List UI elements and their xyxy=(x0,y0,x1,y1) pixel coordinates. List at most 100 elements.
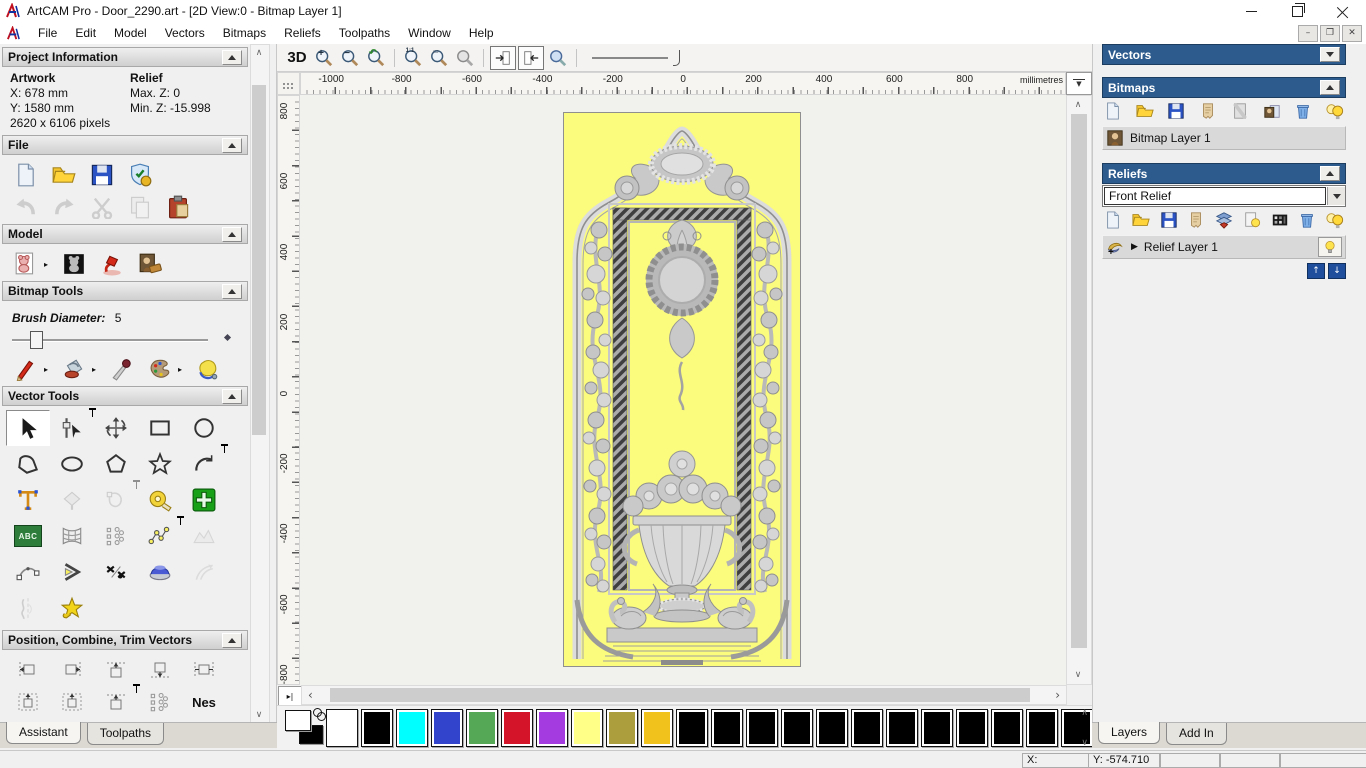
palette-swatch[interactable] xyxy=(361,709,393,747)
menu-item[interactable]: Edit xyxy=(66,24,105,42)
collapse-button[interactable] xyxy=(222,226,242,242)
align-centre-icon[interactable] xyxy=(182,654,226,686)
scroll-down-icon[interactable]: ∨ xyxy=(1070,667,1086,683)
scroll-up-icon[interactable]: ∧ xyxy=(1070,97,1086,113)
zoom-drag-icon[interactable] xyxy=(453,47,477,69)
convert-layer-icon[interactable] xyxy=(1263,102,1281,120)
centre-in-page-icon[interactable] xyxy=(6,686,50,718)
menu-item[interactable]: Bitmaps xyxy=(214,24,275,42)
flyout-arrow-icon[interactable]: ▸ xyxy=(44,365,48,374)
brush-diameter-slider[interactable] xyxy=(12,329,238,351)
minimize-button[interactable] xyxy=(1228,0,1274,22)
2d-view-canvas[interactable] xyxy=(300,95,1066,685)
greyscale-from-model-icon[interactable] xyxy=(14,252,38,276)
palette-swatch[interactable] xyxy=(886,709,918,747)
palette-scroll[interactable]: ∧ ∨ xyxy=(1081,708,1088,748)
lighting-icon[interactable] xyxy=(100,252,124,276)
polygon-icon[interactable] xyxy=(94,446,138,482)
flyout-arrow-icon[interactable]: ▸ xyxy=(178,365,182,374)
preview-layer-icon[interactable] xyxy=(1243,211,1261,229)
text-icon[interactable] xyxy=(6,482,50,518)
toggle-visibility-icon[interactable] xyxy=(1326,211,1344,229)
palette-swatch[interactable] xyxy=(571,709,603,747)
collapse-button[interactable] xyxy=(222,49,242,65)
offset-icon[interactable] xyxy=(50,482,94,518)
circle-icon[interactable] xyxy=(182,410,226,446)
scroll-left-icon[interactable]: ‹ xyxy=(308,688,313,702)
import-model-icon[interactable] xyxy=(128,163,152,187)
clear-layer-icon[interactable] xyxy=(1231,102,1249,120)
trim-vectors-icon[interactable] xyxy=(94,554,138,590)
undo-icon[interactable] xyxy=(14,195,38,219)
collapse-button[interactable] xyxy=(1320,80,1340,95)
open-layer-icon[interactable] xyxy=(1136,102,1154,120)
node-editing-icon[interactable] xyxy=(50,408,96,446)
toggle-visibility-icon[interactable] xyxy=(1326,102,1344,120)
nesting-icon[interactable]: Nes xyxy=(182,686,226,718)
palette-swatch[interactable] xyxy=(501,709,533,747)
zoom-previous-icon[interactable]: ↶ xyxy=(364,47,388,69)
scrollbar-thumb[interactable] xyxy=(252,85,266,435)
menu-item[interactable]: File xyxy=(29,24,66,42)
palette-swatch[interactable] xyxy=(851,709,883,747)
palette-swatch[interactable] xyxy=(676,709,708,747)
paint-icon[interactable] xyxy=(14,357,38,381)
cut-icon[interactable] xyxy=(90,195,114,219)
menu-item[interactable]: Toolpaths xyxy=(330,24,399,42)
flyout-arrow-icon[interactable]: ▸ xyxy=(44,260,48,269)
tab-add-in[interactable]: Add In xyxy=(1166,723,1227,745)
menu-item[interactable]: Model xyxy=(105,24,156,42)
palette-swatch[interactable] xyxy=(466,709,498,747)
block-copy-icon[interactable] xyxy=(94,518,138,554)
menu-item[interactable]: Vectors xyxy=(156,24,214,42)
palette-swatch[interactable] xyxy=(1061,709,1093,747)
palette-swatch[interactable] xyxy=(396,709,428,747)
fit-curve-icon[interactable] xyxy=(6,554,50,590)
palette-swatch[interactable] xyxy=(991,709,1023,747)
palette-swatch[interactable] xyxy=(711,709,743,747)
scroll-right-icon[interactable]: › xyxy=(1055,688,1060,702)
mdi-minimize-button[interactable]: – xyxy=(1298,24,1318,42)
menu-item[interactable]: Help xyxy=(460,24,503,42)
move-layer-up-icon[interactable]: ↑ xyxy=(1307,263,1325,279)
align-right-icon[interactable] xyxy=(50,654,94,686)
pin-icon[interactable] xyxy=(221,444,228,455)
assistant-scrollbar[interactable]: ∧ ∨ xyxy=(250,44,270,722)
mdi-close-button[interactable]: ✕ xyxy=(1342,24,1362,42)
join-vectors-icon[interactable] xyxy=(50,554,94,590)
collapse-button[interactable] xyxy=(222,283,242,299)
snap-grid-icon[interactable] xyxy=(182,482,226,518)
layer-visibility-button[interactable] xyxy=(1318,237,1342,257)
pick-colour-icon[interactable] xyxy=(110,357,134,381)
palette-swatch[interactable] xyxy=(536,709,568,747)
paste-on-curve-icon[interactable] xyxy=(138,516,184,554)
texture-model-icon[interactable] xyxy=(138,252,162,276)
open-model-icon[interactable] xyxy=(52,163,76,187)
palette-swatch[interactable] xyxy=(431,709,463,747)
zoom-slider[interactable] xyxy=(592,48,680,68)
palette-swatch[interactable] xyxy=(641,709,673,747)
palette-swatch[interactable] xyxy=(816,709,848,747)
palette-swatch[interactable] xyxy=(606,709,638,747)
palette-swatch[interactable] xyxy=(746,709,778,747)
select-icon[interactable] xyxy=(6,410,50,446)
zoom-1to1-icon[interactable]: 1:1 xyxy=(401,47,425,69)
centre-item-icon[interactable] xyxy=(94,684,140,718)
tab-assistant[interactable]: Assistant xyxy=(6,722,81,744)
zoom-in-icon[interactable]: + xyxy=(312,47,336,69)
centre-boundary-icon[interactable] xyxy=(50,686,94,718)
delete-layer-icon[interactable] xyxy=(1298,211,1316,229)
palette-swatch[interactable] xyxy=(1026,709,1058,747)
bitmap-layer-row[interactable]: Bitmap Layer 1 xyxy=(1102,126,1346,150)
redo-icon[interactable] xyxy=(52,195,76,219)
pan-left-icon[interactable] xyxy=(490,45,516,70)
text-on-curve-icon[interactable]: ABC xyxy=(6,518,50,554)
units-dropdown-button[interactable]: ▼ xyxy=(1066,72,1092,95)
palette-icon[interactable] xyxy=(148,357,172,381)
scrollbar-thumb[interactable] xyxy=(1071,114,1087,648)
greyscale-layer-icon[interactable] xyxy=(1271,211,1289,229)
flood-fill-icon[interactable] xyxy=(62,357,86,381)
palette-swatch[interactable] xyxy=(326,709,358,747)
merge-layers-icon[interactable] xyxy=(1187,211,1205,229)
stack-layers-icon[interactable] xyxy=(1215,211,1233,229)
